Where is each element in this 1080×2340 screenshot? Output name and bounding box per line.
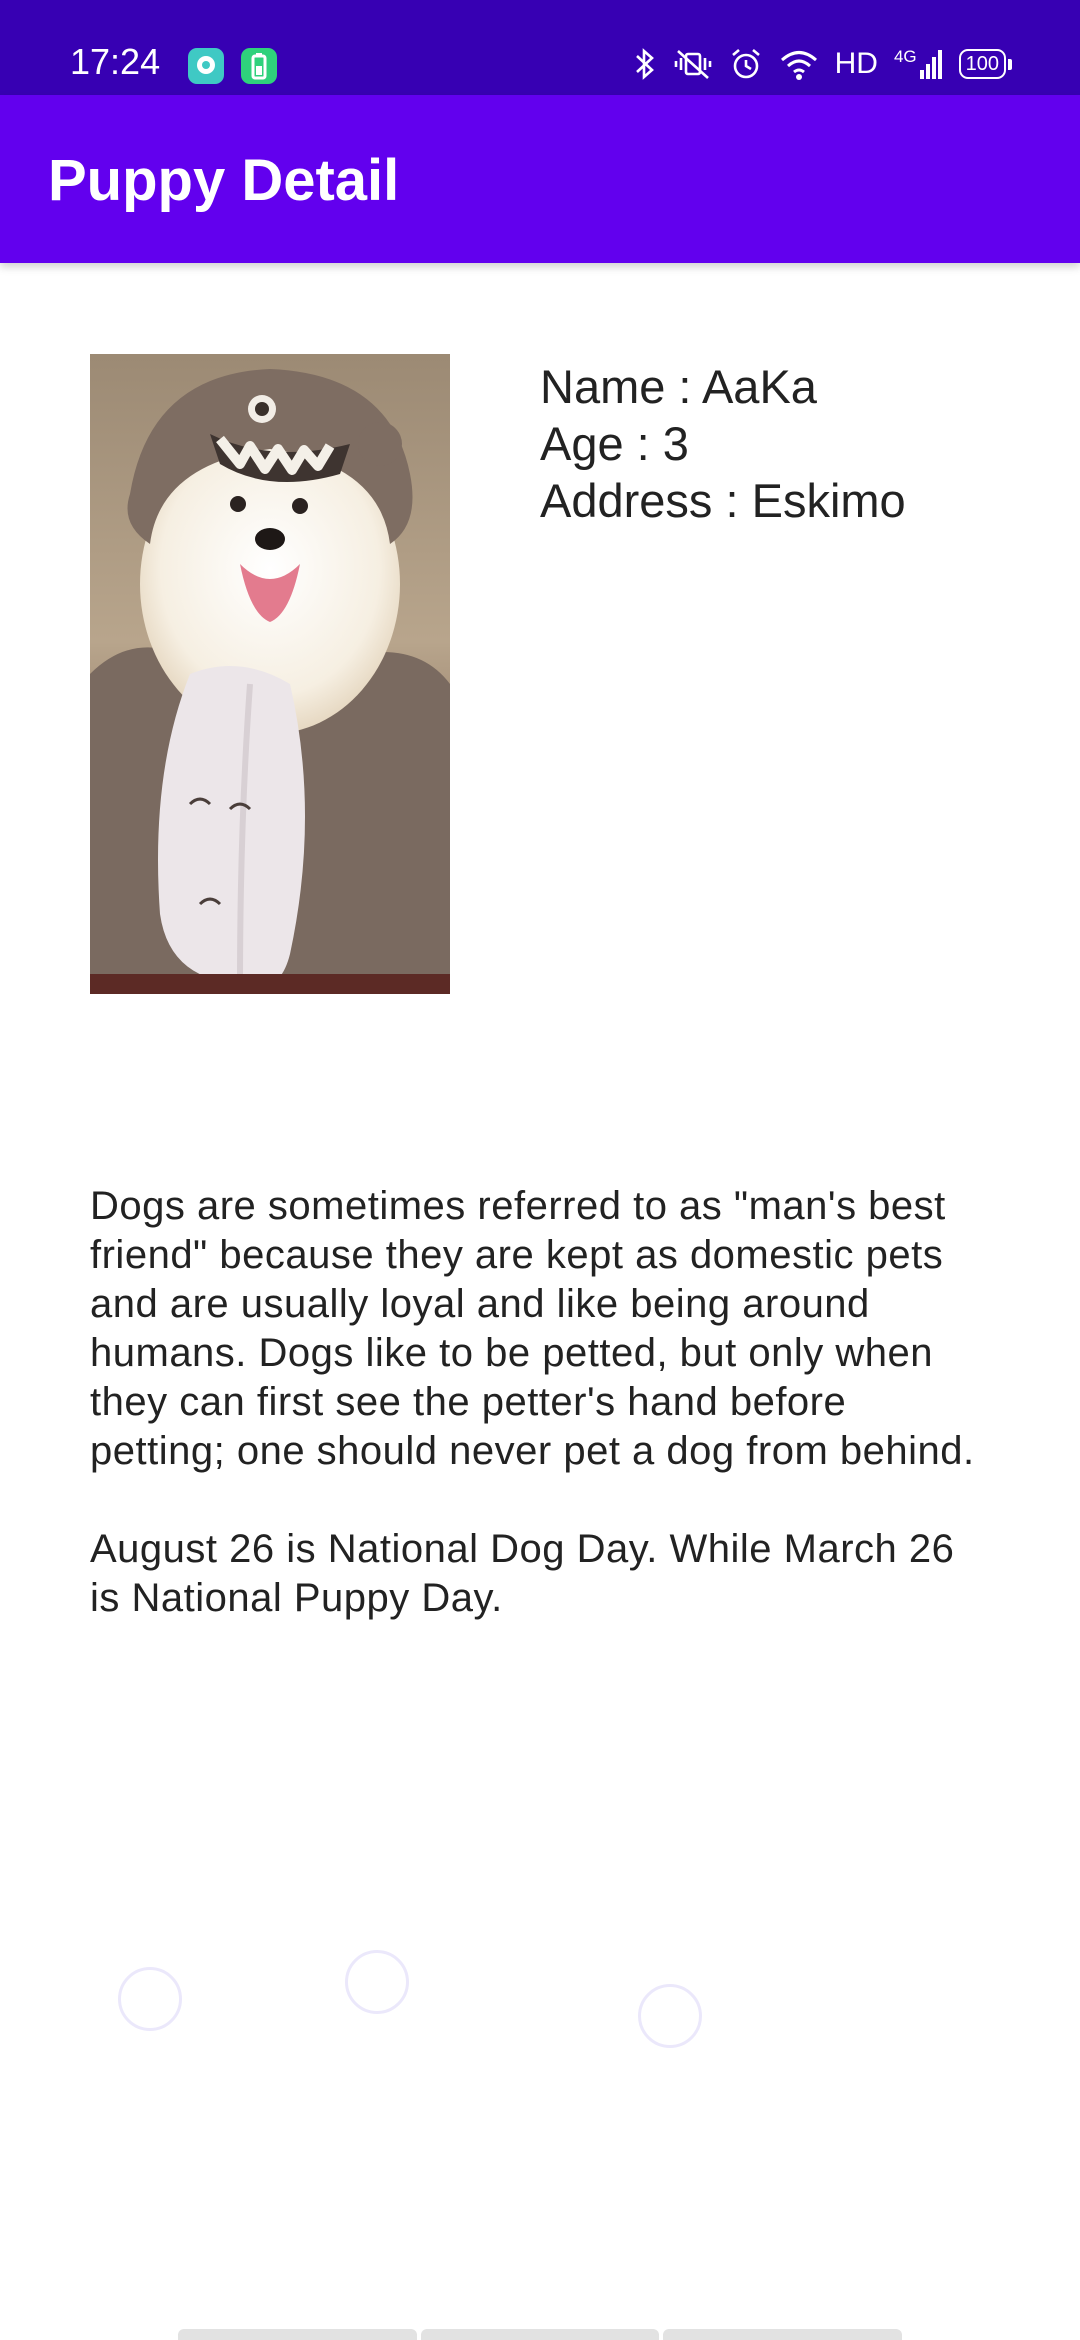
ripple-indicator [345,1950,409,2014]
ripple-indicator [118,1967,182,2031]
page-title: Puppy Detail [48,148,400,213]
cellular-signal-icon: 4G [894,48,943,80]
gesture-nav-bar[interactable] [178,2329,903,2340]
battery-level: 100 [965,53,999,75]
network-type-label: 4G [893,47,917,66]
ripple-indicator [638,1984,702,2048]
description-paragraph-1: Dogs are sometimes referred to as "man's… [90,1184,975,1473]
bluetooth-icon [633,47,657,81]
puppy-name: Name : AaKa [540,360,817,413]
nav-segment [178,2329,417,2340]
status-time: 17:24 [70,41,161,82]
app-bar: Puppy Detail [0,95,1080,263]
dog-photo [90,354,450,994]
battery-saver-notification-icon [241,48,277,84]
nav-segment [420,2329,660,2340]
puppy-address: Address : Eskimo [540,474,906,527]
vibrate-icon [673,47,713,81]
status-icons: HD 4G 100 [633,44,1012,84]
puppy-age: Age : 3 [540,417,689,470]
puppy-info: Name : AaKa Age : 3 Address : Eskimo [540,358,906,529]
description-paragraph-2: August 26 is National Dog Day. While Mar… [90,1527,955,1620]
alarm-icon [729,47,763,81]
puppy-description: Dogs are sometimes referred to as "man's… [90,1182,990,1672]
status-bar: 17:24 HD 4G 100 [0,0,1080,95]
battery-icon: 100 [958,49,1012,79]
wifi-icon [779,47,819,81]
hd-label: HD [834,47,878,80]
chat-notification-icon [188,48,224,84]
nav-segment [663,2329,903,2340]
